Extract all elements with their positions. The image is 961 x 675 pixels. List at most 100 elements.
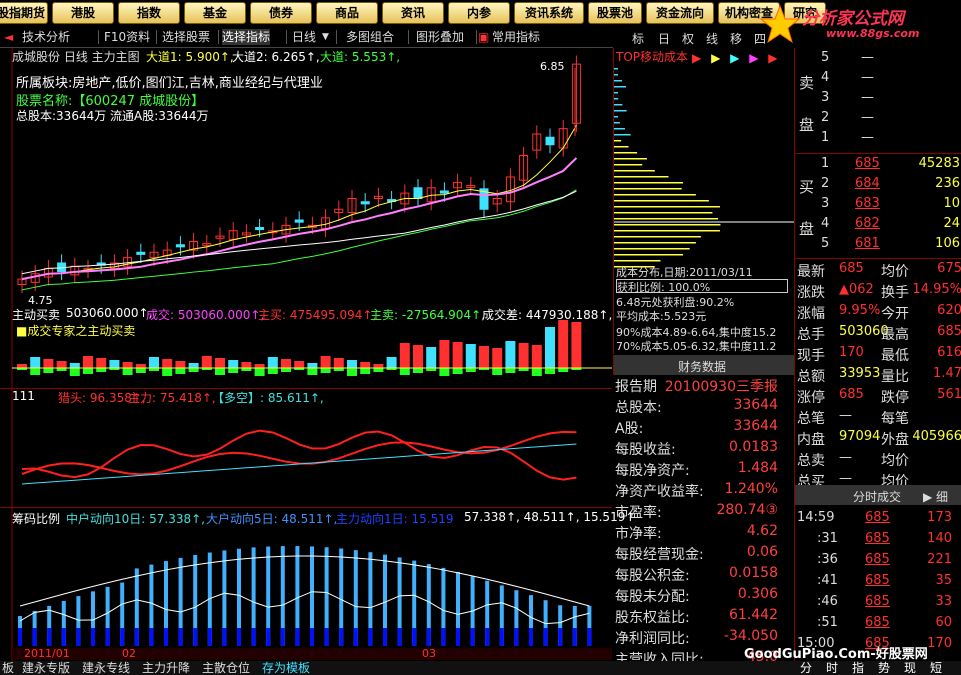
top-menu-6[interactable]: 资讯: [382, 2, 444, 24]
cost-tool-2[interactable]: 日: [658, 30, 670, 47]
sell-price[interactable]: —: [861, 90, 874, 105]
dropdown-icon[interactable]: ▼: [322, 29, 329, 45]
top-menu-4[interactable]: 债券: [250, 2, 312, 24]
toolbar-arrow-icon[interactable]: ◄: [4, 29, 13, 45]
main-line: [21, 430, 577, 476]
tab-f10[interactable]: F10资料: [104, 29, 150, 45]
chip-main-bar: [105, 628, 110, 646]
finance-label: 每股收益:: [615, 442, 676, 458]
vol-sell-bar: [135, 368, 146, 373]
bottom-right-tab-1[interactable]: 时: [826, 661, 838, 675]
sell-price[interactable]: —: [861, 130, 874, 145]
cost-tool-5[interactable]: 移: [730, 30, 742, 47]
chip-line: [19, 591, 590, 625]
x-label-mar: 03: [422, 647, 436, 660]
buy-level: 2: [821, 176, 830, 191]
tab-select-indicator[interactable]: 选择指标: [222, 29, 271, 45]
top-menu-3[interactable]: 基金: [184, 2, 246, 24]
bottom-right-tab-5[interactable]: 短: [930, 661, 942, 675]
volume-panel[interactable]: 主动买卖 503060.000↑, 成交: 503060.000↑, 主买: 4…: [0, 306, 612, 389]
bottom-right-tab-3[interactable]: 势: [878, 661, 890, 675]
cost-bar: [614, 212, 713, 214]
finance-value: 280.74③: [716, 502, 778, 518]
tab-select-stock[interactable]: 选择股票: [162, 29, 210, 45]
vol-sell-bar: [452, 368, 463, 374]
finance-value: 20100930三季报: [664, 379, 778, 395]
tab-multi-chart[interactable]: 多图组合: [346, 29, 394, 45]
cost-bar: [614, 194, 696, 196]
bottom-right-tab-0[interactable]: 分: [800, 661, 812, 675]
chip-main-bar: [134, 628, 139, 646]
tab-overlay[interactable]: 图形叠加: [416, 29, 464, 45]
top-menu-0[interactable]: 股指期货: [0, 2, 48, 24]
finance-label: 每股公积金:: [615, 568, 690, 584]
cost-tool-3[interactable]: 权: [682, 30, 694, 47]
tab-tech-analysis[interactable]: 技术分析: [22, 29, 70, 45]
chip-main-bar: [397, 628, 402, 646]
indicator-panel[interactable]: 111 猎头: 96.358↑, 主力: 75.418↑, 【多空】: 85.6…: [0, 389, 612, 508]
tick-time: :31: [817, 531, 838, 546]
bottom-tab-0[interactable]: 板: [2, 661, 14, 675]
vol-bar: [452, 342, 463, 368]
buy-volume: 24: [943, 216, 960, 231]
vol-sell-bar: [531, 368, 542, 376]
vol-sell-bar: [347, 368, 357, 376]
vol-sell-bar: [228, 368, 239, 373]
quote-value: ▲062: [839, 282, 874, 297]
bottom-right-tab-4[interactable]: 现: [904, 661, 916, 675]
cost-bar: [614, 146, 629, 148]
vol-sell-bar: [492, 368, 503, 375]
bottom-tab-1[interactable]: 建永专版: [22, 661, 70, 675]
quote-label: 涨跌: [797, 285, 825, 301]
vol-sell-bar: [360, 368, 371, 374]
vol-bar: [479, 346, 489, 368]
cost-tool-6[interactable]: 四: [754, 30, 766, 47]
finance-value: 33644: [733, 397, 778, 413]
sell-price[interactable]: —: [861, 70, 874, 85]
vol-sell-bar: [558, 368, 569, 372]
sell-price[interactable]: —: [861, 110, 874, 125]
top-menu-9[interactable]: 股票池: [588, 2, 642, 24]
cost-panel[interactable]: TOP移动成本 ▶ ▶ ▶ ▶ ▶ 成本分布,日期:2011/03/11 获利比…: [613, 48, 794, 354]
profit-ratio: 获利比例: 100.0%: [617, 281, 711, 294]
vol-sell-bar: [96, 368, 107, 372]
cost-bar: [614, 248, 690, 250]
indicator-icon[interactable]: ▣: [478, 29, 489, 45]
bottom-right-tab-2[interactable]: 指: [852, 661, 864, 675]
top-menu-8[interactable]: 资讯系统: [514, 2, 584, 24]
chip-main-bar: [295, 628, 300, 646]
chip-main-bar: [558, 628, 563, 646]
bottom-tab-2[interactable]: 建永专线: [82, 661, 130, 675]
vol-bar: [96, 358, 107, 368]
top-menu-5[interactable]: 商品: [316, 2, 378, 24]
vol-sell-bar: [307, 368, 318, 375]
buy-price[interactable]: 682: [855, 216, 880, 231]
vol-sell-bar: [413, 368, 423, 373]
tab-daily[interactable]: 日线: [292, 29, 316, 45]
top-menu-2[interactable]: 指数: [118, 2, 180, 24]
bottom-tab-5[interactable]: 存为模板: [262, 661, 310, 675]
top-menu-10[interactable]: 资金流向: [646, 2, 714, 24]
bottom-tab-3[interactable]: 主力升降: [142, 661, 190, 675]
chip-panel[interactable]: 筹码比例 中户动向10日: 57.338↑, 大户动向5日: 48.511↑, …: [0, 508, 635, 661]
tick-volume: 33: [935, 594, 952, 609]
buy-price[interactable]: 685: [855, 156, 880, 171]
quote-value-2: 616: [937, 345, 961, 360]
sell-level: 4: [821, 70, 830, 85]
ticks-toggle-icon[interactable]: ▶ 细: [923, 488, 948, 505]
kline-panel[interactable]: 成城股份 日线 主力主图 大道1: 5.900↑, 大道2: 6.265↑, 大…: [0, 48, 612, 307]
tab-common-indicators[interactable]: 常用指标: [492, 29, 540, 45]
sell-price[interactable]: —: [861, 50, 874, 65]
cost-bar: [614, 254, 683, 256]
top-menu-7[interactable]: 内参: [448, 2, 510, 24]
buy-price[interactable]: 681: [855, 236, 880, 251]
cost-tool-4[interactable]: 线: [706, 30, 718, 47]
finance-value: 0.0158: [729, 565, 778, 581]
buy-price[interactable]: 683: [855, 196, 880, 211]
vol-bar: [201, 356, 212, 368]
bottom-tab-4[interactable]: 主散仓位: [202, 661, 250, 675]
top-menu-1[interactable]: 港股: [52, 2, 114, 24]
vol-bar: [17, 364, 27, 368]
buy-price[interactable]: 684: [855, 176, 880, 191]
cost-tool-1[interactable]: 标: [632, 30, 644, 47]
